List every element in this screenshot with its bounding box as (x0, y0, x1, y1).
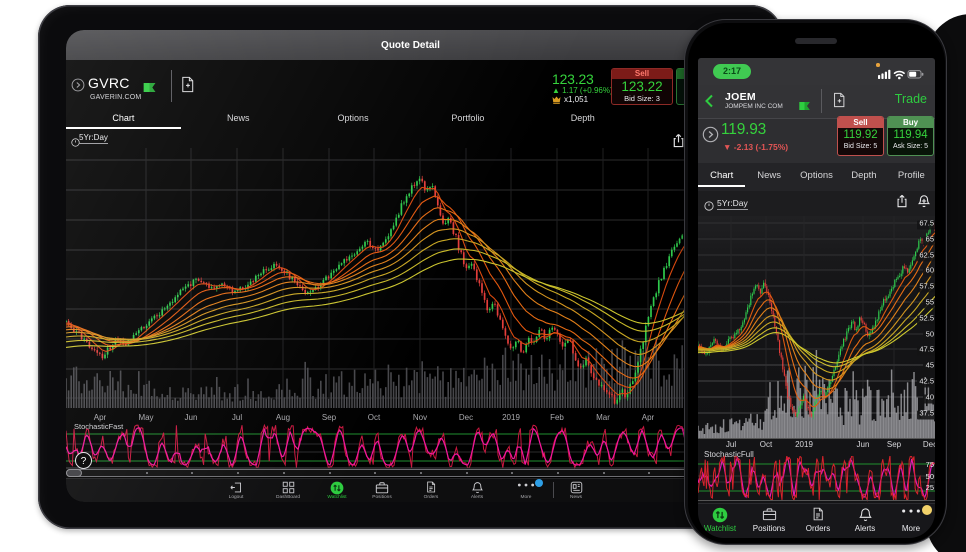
svg-text:67.5: 67.5 (919, 219, 934, 228)
svg-text:60: 60 (926, 266, 934, 275)
svg-text:55: 55 (926, 298, 934, 307)
svg-text:47.5: 47.5 (919, 345, 934, 354)
svg-text:75: 75 (926, 460, 934, 469)
svg-text:40: 40 (926, 393, 934, 402)
svg-text:52.5: 52.5 (919, 314, 934, 323)
svg-text:25: 25 (926, 483, 934, 492)
svg-text:50: 50 (926, 472, 934, 481)
svg-text:50: 50 (926, 330, 934, 339)
svg-text:42.5: 42.5 (919, 377, 934, 386)
svg-text:62.5: 62.5 (919, 251, 934, 260)
svg-text:45: 45 (926, 361, 934, 370)
svg-text:65: 65 (926, 235, 934, 244)
svg-text:37.5: 37.5 (919, 409, 934, 418)
svg-text:57.5: 57.5 (919, 282, 934, 291)
